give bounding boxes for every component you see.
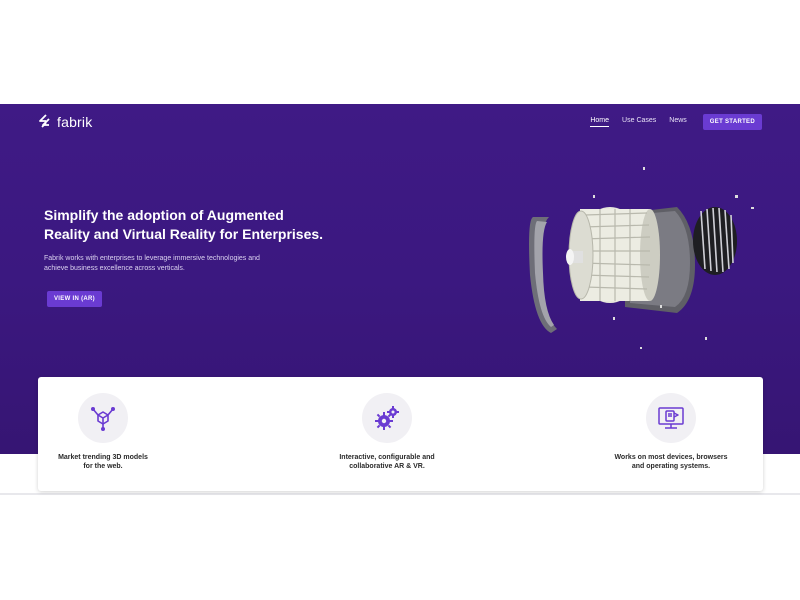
fabrik-logo-icon — [39, 114, 50, 128]
exploded-motor-model-image — [529, 167, 754, 349]
hero-headline-line2: Reality and Virtual Reality for Enterpri… — [44, 226, 324, 242]
hero-headline: Simplify the adoption of Augmented Reali… — [44, 206, 344, 244]
feature-interactive: Interactive, configurable and collaborat… — [307, 393, 467, 471]
page: fabrik Home Use Cases News GET STARTED S… — [0, 0, 800, 600]
coil — [693, 207, 737, 275]
nav-home[interactable]: Home — [590, 117, 610, 127]
feature-label-line1: Works on most devices, browsers — [614, 454, 728, 461]
feature-icon-circle — [646, 393, 696, 443]
logo-text: fabrik — [57, 114, 93, 130]
main-nav: Home Use Cases News GET STARTED — [590, 114, 762, 130]
feature-label: Works on most devices, browsers and oper… — [614, 453, 727, 471]
feature-label: Market trending 3D models for the web. — [58, 453, 148, 471]
feature-label-line2: for the web. — [83, 463, 123, 470]
nav-use-cases[interactable]: Use Cases — [622, 117, 656, 127]
gears-icon — [375, 406, 399, 430]
monitor-devices-icon — [658, 407, 684, 429]
hero-subtext: Fabrik works with enterprises to leverag… — [44, 254, 314, 274]
view-in-ar-button[interactable]: VIEW IN (AR) — [47, 291, 102, 307]
hero-subtext-line1: Fabrik works with enterprises to leverag… — [44, 255, 260, 262]
get-started-button[interactable]: GET STARTED — [702, 114, 762, 130]
feature-label-line2: collaborative AR & VR. — [349, 463, 425, 470]
nav-news[interactable]: News — [669, 117, 687, 127]
3d-cube-network-icon — [91, 407, 115, 431]
feature-label: Interactive, configurable and collaborat… — [339, 453, 434, 471]
feature-label-line2: and operating systems. — [631, 463, 711, 470]
feature-3d-models: Market trending 3D models for the web. — [23, 393, 183, 471]
logo[interactable]: fabrik — [38, 114, 92, 130]
feature-icon-circle — [362, 393, 412, 443]
section-divider — [0, 493, 800, 495]
feature-icon-circle — [78, 393, 128, 443]
features-card: Market trending 3D models for the web. I… — [38, 377, 763, 491]
feature-devices: Works on most devices, browsers and oper… — [591, 393, 751, 471]
hero-subtext-line2: achieve business excellence across verti… — [44, 265, 185, 272]
feature-label-line1: Interactive, configurable and — [339, 454, 435, 461]
hero-headline-line1: Simplify the adoption of Augmented — [44, 207, 284, 223]
feature-label-line1: Market trending 3D models — [58, 454, 148, 461]
